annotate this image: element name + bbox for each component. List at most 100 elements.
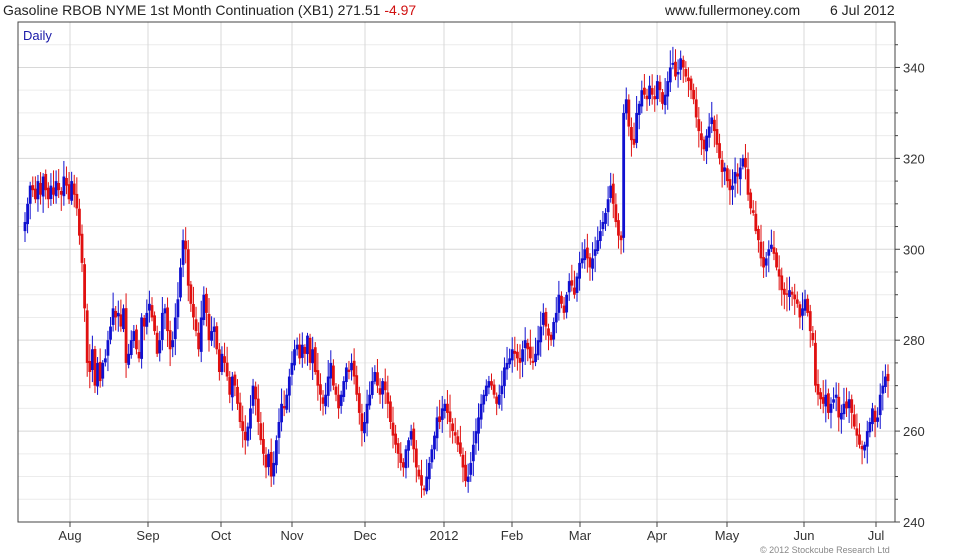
candle-body bbox=[350, 362, 353, 371]
candle-body bbox=[852, 414, 856, 427]
candle-body bbox=[637, 103, 641, 115]
candle-body bbox=[663, 94, 667, 106]
candle-body bbox=[500, 385, 504, 395]
candle-body bbox=[585, 247, 589, 259]
candle-body bbox=[352, 360, 356, 377]
period-label: Daily bbox=[23, 28, 52, 43]
candle-body bbox=[510, 349, 514, 361]
candle-body bbox=[552, 322, 556, 340]
candle-body bbox=[360, 413, 364, 432]
candle-body bbox=[339, 394, 343, 406]
candle-body bbox=[313, 347, 317, 372]
candle-body bbox=[705, 135, 708, 152]
candle-body bbox=[386, 392, 390, 404]
candle-body bbox=[503, 367, 506, 387]
candle-body bbox=[754, 213, 758, 232]
candle-body bbox=[653, 96, 657, 100]
candle-body bbox=[425, 476, 429, 492]
candle-body bbox=[396, 443, 400, 454]
x-tick-label: Sep bbox=[136, 528, 159, 543]
candle-body bbox=[194, 319, 198, 332]
candle-body bbox=[471, 444, 475, 462]
candle-body bbox=[41, 176, 45, 197]
candle-body bbox=[624, 99, 628, 114]
candle-body bbox=[886, 373, 890, 382]
candle-body bbox=[127, 353, 131, 365]
candle-body bbox=[308, 337, 312, 363]
candle-body bbox=[277, 422, 281, 438]
candle-body bbox=[842, 403, 846, 415]
candle-body bbox=[829, 403, 833, 413]
candle-body bbox=[414, 448, 418, 468]
candle-body bbox=[609, 185, 613, 198]
candle-body bbox=[648, 85, 651, 100]
candle-body bbox=[790, 291, 794, 295]
candle-body bbox=[557, 294, 561, 313]
candle-body bbox=[290, 362, 294, 375]
candle-body bbox=[619, 235, 623, 241]
candle-body bbox=[606, 199, 610, 213]
candle-body bbox=[62, 176, 66, 197]
candle-body bbox=[446, 403, 449, 413]
candle-body bbox=[839, 412, 843, 420]
candle-body bbox=[202, 294, 206, 320]
candle-body bbox=[806, 298, 810, 313]
candle-body bbox=[521, 349, 524, 362]
candle-body bbox=[311, 349, 315, 364]
candle-body bbox=[383, 381, 387, 391]
candle-body bbox=[90, 349, 94, 371]
candle-body bbox=[249, 408, 252, 429]
candle-body bbox=[466, 476, 470, 482]
candle-body bbox=[189, 284, 193, 304]
candle-body bbox=[718, 143, 721, 159]
candle-body bbox=[220, 353, 224, 372]
candle-body bbox=[497, 394, 501, 405]
candle-body bbox=[863, 444, 867, 451]
candle-body bbox=[287, 376, 291, 396]
candle-body bbox=[46, 187, 50, 200]
candle-body bbox=[834, 394, 838, 398]
candle-body bbox=[342, 381, 346, 398]
y-tick-label: 240 bbox=[903, 515, 925, 530]
candle-body bbox=[764, 258, 768, 266]
x-tick-label: Aug bbox=[58, 528, 81, 543]
candle-body bbox=[614, 204, 618, 222]
candle-body bbox=[640, 90, 644, 107]
candle-body bbox=[409, 431, 413, 440]
candle-body bbox=[303, 346, 307, 354]
candle-body bbox=[57, 182, 61, 191]
candle-body bbox=[868, 422, 872, 433]
candle-body bbox=[394, 433, 397, 445]
candle-body bbox=[495, 396, 499, 404]
candle-body bbox=[422, 488, 426, 491]
candle-body bbox=[573, 287, 576, 295]
candle-body bbox=[173, 317, 177, 340]
candle-body bbox=[516, 351, 519, 359]
candle-body bbox=[720, 159, 724, 172]
candle-body bbox=[492, 384, 496, 395]
candle-body bbox=[368, 394, 372, 406]
candle-body bbox=[274, 440, 278, 466]
candle-body bbox=[679, 58, 683, 70]
x-tick-label: Oct bbox=[211, 528, 232, 543]
candle-body bbox=[103, 358, 107, 363]
candle-body bbox=[321, 397, 325, 404]
candle-body bbox=[44, 173, 48, 191]
candle-body bbox=[583, 249, 587, 261]
candle-body bbox=[355, 375, 359, 395]
candle-body bbox=[458, 442, 462, 454]
candle-body bbox=[479, 403, 483, 420]
candle-body bbox=[593, 249, 597, 256]
candle-body bbox=[757, 228, 760, 241]
candle-body bbox=[464, 464, 467, 482]
candle-body bbox=[88, 360, 92, 372]
candle-body bbox=[700, 133, 703, 141]
candle-body bbox=[241, 421, 245, 432]
candle-body bbox=[285, 394, 289, 410]
candle-body bbox=[451, 423, 455, 432]
candle-body bbox=[365, 403, 369, 424]
candle-body bbox=[147, 303, 151, 311]
candle-body bbox=[357, 393, 361, 413]
candle-body bbox=[487, 381, 491, 388]
candle-body bbox=[547, 328, 550, 336]
